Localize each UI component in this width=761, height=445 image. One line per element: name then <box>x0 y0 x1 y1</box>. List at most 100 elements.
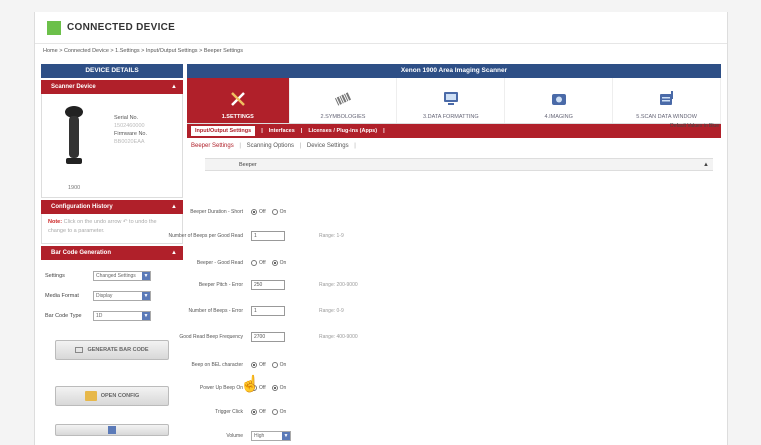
barcode-small-icon <box>75 347 84 353</box>
setting-row: Volume High ▼ <box>35 429 395 443</box>
setting-label: Volume <box>226 433 243 439</box>
radio-dot <box>271 385 278 391</box>
setting-label: Number of Beeps - Error <box>188 308 243 314</box>
scanner-name-bar: Xenon 1900 Area Imaging Scanner <box>187 64 721 78</box>
scanner-image <box>65 106 83 164</box>
radio-on[interactable]: On <box>271 385 287 391</box>
media-select[interactable]: Display ▼ <box>93 291 151 301</box>
setting-row: Number of Beeps - Error Range: 0-9 <box>35 304 395 318</box>
radio-dot <box>271 260 278 266</box>
tab-label: 4.IMAGING <box>544 114 573 120</box>
radio-dot <box>251 209 257 215</box>
setting-input[interactable] <box>251 306 285 316</box>
subnav-separator: | <box>300 128 303 134</box>
subtab-scanning[interactable]: Scanning Options <box>247 143 294 149</box>
setting-row: Number of Beeps per Good Read Range: 1-9 <box>35 229 395 243</box>
tools-icon <box>230 92 245 106</box>
tab-scan-data-window[interactable]: 5.SCAN DATA WINDOW <box>613 78 722 123</box>
setting-row: Beep on BEL character Off On <box>35 358 395 372</box>
volume-select[interactable]: High ▼ <box>251 431 291 441</box>
radio-label: Off <box>259 409 266 415</box>
subtab-beeper[interactable]: Beeper Settings <box>191 143 234 149</box>
scanner-device-header[interactable]: Scanner Device ▲ <box>41 80 183 94</box>
collapse-icon[interactable]: ▲ <box>703 159 709 172</box>
setting-input[interactable] <box>251 332 285 342</box>
radio-label: Off <box>259 362 266 368</box>
radio-off[interactable]: Off <box>251 209 266 215</box>
collapse-icon[interactable]: ▲ <box>171 80 177 94</box>
tab-data-formatting[interactable]: 3.DATA FORMATTING <box>397 78 506 123</box>
serial-label: Serial No. <box>114 115 139 121</box>
radio-dot <box>271 209 278 215</box>
subtab-separator: | <box>354 143 356 149</box>
generate-barcode-label: GENERATE BAR CODE <box>87 347 149 353</box>
setting-row: Power Up Beep On Off On <box>35 381 395 395</box>
scanner-device-panel: Serial No. 1502460000 Firmware No. BB002… <box>41 94 183 198</box>
radio-label: On <box>279 409 287 415</box>
scanner-device-label: Scanner Device <box>51 84 96 90</box>
setting-row: Good Read Beep Frequency Range: 400-9000 <box>35 330 395 344</box>
subtabs: Beeper Settings | Scanning Options | Dev… <box>187 138 721 154</box>
chevron-down-icon: ▼ <box>142 292 150 300</box>
setting-label: Power Up Beep On <box>199 385 243 391</box>
setting-input[interactable] <box>251 231 285 241</box>
setting-input[interactable] <box>251 280 285 290</box>
setting-label: Number of Beeps per Good Read <box>168 233 244 239</box>
media-label: Media Format <box>45 293 79 299</box>
radio-on[interactable]: On <box>271 260 286 266</box>
setting-row: Beeper Pitch - Error Range: 200-9000 <box>35 278 395 292</box>
logo-icon <box>47 20 61 35</box>
subnav: Input/Output Settings | Interfaces | Lic… <box>187 124 721 138</box>
setting-label: Beeper Duration - Short <box>190 209 243 215</box>
radio-off[interactable]: Off <box>251 362 266 368</box>
subtab-device[interactable]: Device Settings <box>307 143 349 149</box>
setting-range: Range: 400-9000 <box>319 334 358 340</box>
radio-label: Off <box>259 209 266 215</box>
serial-value: 1502460000 <box>114 123 145 129</box>
volume-select-value: High <box>254 433 265 439</box>
radio-off[interactable]: Off <box>251 409 266 415</box>
breadcrumb[interactable]: Home > Connected Device > 1.Settings > I… <box>35 44 727 58</box>
camera-icon <box>551 94 566 105</box>
radio-off[interactable]: Off <box>251 260 266 266</box>
tab-symbologies[interactable]: 2.SYMBOLOGIES <box>290 78 398 123</box>
setting-row: Trigger Click Off On <box>35 405 395 419</box>
defaults-note: Default Values in Blue <box>670 123 719 129</box>
setting-range: Range: 0-9 <box>319 308 344 314</box>
radio-dot <box>251 409 257 415</box>
section-label: Beeper <box>239 162 257 168</box>
subtab-separator: | <box>239 143 241 149</box>
radio-on[interactable]: On <box>271 409 287 415</box>
tab-imaging[interactable]: 4.IMAGING <box>505 78 614 123</box>
setting-row: Beeper - Good Read Off On <box>35 256 395 270</box>
radio-on[interactable]: On <box>271 209 287 215</box>
subnav-separator: | <box>383 128 385 134</box>
setting-range: Range: 200-9000 <box>319 282 358 288</box>
subnav-item-io[interactable]: Input/Output Settings <box>191 126 256 136</box>
pointer-cursor-icon: ☝ <box>240 376 260 393</box>
setting-label: Beeper Pitch - Error <box>198 282 243 288</box>
radio-on[interactable]: On <box>271 362 287 368</box>
tab-label: 5.SCAN DATA WINDOW <box>636 114 697 120</box>
tab-label: 3.DATA FORMATTING <box>423 114 479 120</box>
app-window: CONNECTED DEVICE Home > Connected Device… <box>34 12 728 445</box>
radio-label: On <box>279 209 287 215</box>
tab-settings[interactable]: 1.SETTINGS <box>187 78 290 123</box>
beeper-section-header[interactable]: Beeper ▲ <box>205 158 713 171</box>
main-tabs: 1.SETTINGS 2.SYMBOLOGIES 3.DATA FORMATTI… <box>187 78 722 124</box>
setting-label: Beeper - Good Read <box>196 260 243 266</box>
setting-row: Beeper Duration - Short Off On <box>35 205 395 219</box>
media-select-value: Display <box>96 293 113 299</box>
firmware-value: BB0020EAA <box>114 139 145 145</box>
app-header: CONNECTED DEVICE <box>35 12 727 44</box>
setting-label: Beep on BEL character <box>191 362 243 368</box>
radio-label: On <box>279 385 287 391</box>
setting-range: Range: 1-9 <box>319 233 344 239</box>
subnav-item-licenses[interactable]: Licenses / Plug-ins (Apps) <box>308 128 377 134</box>
monitor-icon <box>443 92 458 105</box>
subnav-item-interfaces[interactable]: Interfaces <box>269 128 295 134</box>
note-bold: Note: <box>48 219 63 225</box>
scanner-info: Serial No. 1502460000 Firmware No. BB002… <box>114 114 147 146</box>
scanner-model: 1900 <box>68 185 81 191</box>
radio-label: On <box>279 362 287 368</box>
